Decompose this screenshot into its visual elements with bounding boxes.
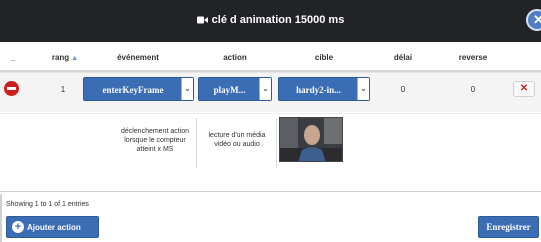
save-button[interactable]: Enregistrer	[478, 216, 539, 238]
action-select[interactable]: playM... ⌄	[198, 77, 272, 101]
column-header-rang[interactable]: rang ▲	[45, 53, 85, 62]
video-camera-icon	[196, 15, 208, 27]
chevron-down-icon: ⌄	[181, 78, 193, 100]
entries-info: Showing 1 to 1 of 1 entries	[6, 201, 89, 208]
column-header-evenement[interactable]: événement	[90, 53, 186, 62]
column-header-delai[interactable]: délai	[380, 53, 426, 62]
column-header-action[interactable]: action	[196, 53, 274, 62]
row-reverse: 0	[470, 85, 476, 94]
row-rang: 1	[60, 85, 66, 94]
sort-ascending-icon: ▲	[71, 55, 79, 62]
action-description: lecture d'un média vidéo ou audio	[208, 132, 266, 148]
row-delai: 0	[400, 85, 406, 94]
column-header-reverse[interactable]: reverse	[450, 53, 496, 62]
action-select-value: playM...	[213, 85, 246, 95]
dialog-title: clé d animation 15000 ms	[211, 14, 345, 26]
column-header-cible[interactable]: cible	[278, 53, 370, 62]
column-header-remove: _	[10, 53, 16, 62]
add-action-button[interactable]: + Ajouter action	[6, 216, 99, 238]
chevron-down-icon: ⌄	[357, 78, 369, 100]
cible-select[interactable]: hardy2-in... ⌄	[278, 77, 370, 101]
evenement-description: déclenchement action lorsque le compteur…	[120, 128, 190, 153]
evenement-select[interactable]: enterKeyFrame ⌄	[83, 77, 194, 101]
close-icon[interactable]: ✕	[526, 9, 541, 31]
plus-circle-icon: +	[12, 221, 24, 233]
footer-divider	[0, 191, 541, 192]
chevron-down-icon: ⌄	[259, 78, 271, 100]
minus-circle-icon[interactable]	[4, 81, 19, 96]
column-header-rang-label: rang	[51, 53, 70, 62]
delete-row-button[interactable]: ✕	[513, 81, 535, 97]
detail-divider	[276, 118, 277, 168]
cible-select-value: hardy2-in...	[296, 85, 341, 95]
dialog-title-wrap: clé d animation 15000 ms	[0, 14, 541, 27]
add-action-label: Ajouter action	[27, 223, 81, 232]
evenement-select-value: enterKeyFrame	[102, 85, 164, 95]
table-header: _ rang ▲ événement action cible délai rev…	[0, 42, 541, 72]
detail-divider	[196, 118, 197, 168]
footer-left-edge	[0, 194, 2, 242]
video-thumbnail[interactable]	[279, 117, 343, 162]
dialog-header: clé d animation 15000 ms ✕	[0, 0, 541, 42]
